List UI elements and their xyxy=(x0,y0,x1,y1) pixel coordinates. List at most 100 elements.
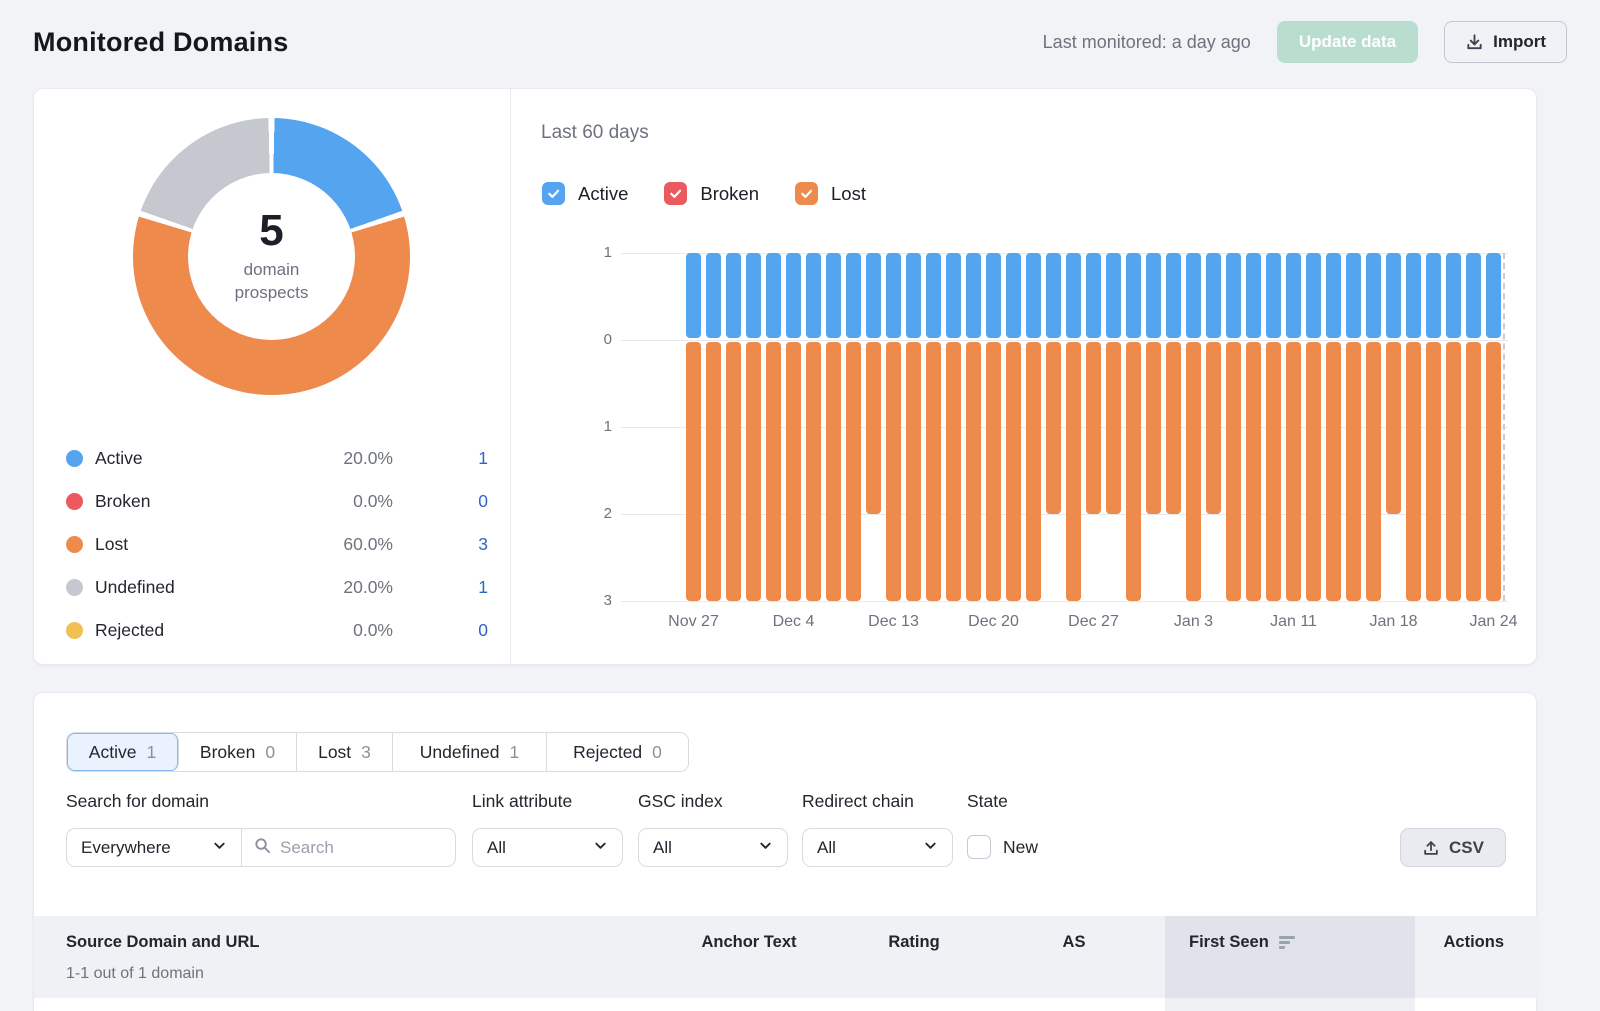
bar-active-segment xyxy=(886,253,901,338)
bar-lost-segment xyxy=(886,342,901,601)
bar-day[interactable] xyxy=(986,253,1001,601)
bar-day[interactable] xyxy=(1326,253,1341,601)
bar-day[interactable] xyxy=(926,253,941,601)
broken-checkbox-icon[interactable] xyxy=(664,182,687,205)
checkbox-unchecked-icon[interactable] xyxy=(967,835,991,859)
bar-active-segment xyxy=(1426,253,1441,338)
bar-day[interactable] xyxy=(1306,253,1321,601)
col-first-seen[interactable]: First Seen xyxy=(1189,933,1295,952)
bar-day[interactable] xyxy=(1346,253,1361,601)
update-data-button[interactable]: Update data xyxy=(1277,21,1418,63)
bar-day[interactable] xyxy=(1026,253,1041,601)
overview-card: 5 domain prospects Active 20.0% 1 Broken… xyxy=(33,88,1537,665)
bar-day[interactable] xyxy=(726,253,741,601)
state-label: State xyxy=(967,791,1008,812)
col-rating[interactable]: Rating xyxy=(888,933,939,952)
bar-day[interactable] xyxy=(1366,253,1381,601)
undefined-count-link[interactable]: 1 xyxy=(393,577,488,598)
tab-active[interactable]: Active1 xyxy=(67,733,179,771)
col-as[interactable]: AS xyxy=(1063,933,1086,952)
bar-day[interactable] xyxy=(826,253,841,601)
bar-day[interactable] xyxy=(1046,253,1061,601)
bar-day[interactable] xyxy=(846,253,861,601)
bar-day[interactable] xyxy=(686,253,701,601)
rejected-count-link[interactable]: 0 xyxy=(393,620,488,641)
bar-day[interactable] xyxy=(1126,253,1141,601)
state-new-checkbox[interactable]: New xyxy=(967,835,1038,859)
tab-undefined[interactable]: Undefined1 xyxy=(393,733,547,771)
bar-day[interactable] xyxy=(1486,253,1501,601)
search-scope-dropdown[interactable]: Everywhere xyxy=(67,829,242,866)
bar-day[interactable] xyxy=(1066,253,1081,601)
active-count-link[interactable]: 1 xyxy=(393,448,488,469)
bar-active-segment xyxy=(1206,253,1221,338)
bar-active-segment xyxy=(1186,253,1201,338)
x-axis-labels: Nov 27Dec 4Dec 13Dec 20Dec 27Jan 3Jan 11… xyxy=(686,613,1501,637)
x-tick-label: Dec 20 xyxy=(968,613,1019,631)
bar-day[interactable] xyxy=(1466,253,1481,601)
trend-legend-active[interactable]: Active xyxy=(542,182,628,205)
bar-active-segment xyxy=(1286,253,1301,338)
bar-day[interactable] xyxy=(1006,253,1021,601)
tab-lost[interactable]: Lost3 xyxy=(297,733,393,771)
bar-active-segment xyxy=(1046,253,1061,338)
redirect-chain-label: Redirect chain xyxy=(802,791,914,812)
bar-day[interactable] xyxy=(746,253,761,601)
bar-lost-segment xyxy=(1406,342,1421,601)
bar-lost-segment xyxy=(726,342,741,601)
trend-legend-lost[interactable]: Lost xyxy=(795,182,866,205)
donut-total-label: domain prospects xyxy=(212,259,332,305)
bar-day[interactable] xyxy=(1166,253,1181,601)
bar-day[interactable] xyxy=(866,253,881,601)
link-attribute-select[interactable]: All xyxy=(472,828,623,867)
bar-lost-segment xyxy=(906,342,921,601)
bar-day[interactable] xyxy=(1186,253,1201,601)
bar-lost-segment xyxy=(1186,342,1201,601)
bar-lost-segment xyxy=(1426,342,1441,601)
active-checkbox-icon[interactable] xyxy=(542,182,565,205)
gsc-index-select[interactable]: All xyxy=(638,828,788,867)
broken-count-link[interactable]: 0 xyxy=(393,491,488,512)
trend-legend-broken[interactable]: Broken xyxy=(664,182,759,205)
bar-day[interactable] xyxy=(1426,253,1441,601)
bar-day[interactable] xyxy=(766,253,781,601)
bar-day[interactable] xyxy=(906,253,921,601)
bar-day[interactable] xyxy=(1246,253,1261,601)
bar-day[interactable] xyxy=(1406,253,1421,601)
tab-broken[interactable]: Broken0 xyxy=(179,733,297,771)
last-monitored-text: Last monitored: a day ago xyxy=(1043,32,1251,53)
tab-rejected[interactable]: Rejected0 xyxy=(547,733,688,771)
bar-day[interactable] xyxy=(786,253,801,601)
bar-day[interactable] xyxy=(1206,253,1221,601)
redirect-chain-select[interactable]: All xyxy=(802,828,953,867)
bar-day[interactable] xyxy=(946,253,961,601)
bar-active-segment xyxy=(1126,253,1141,338)
export-csv-button[interactable]: CSV xyxy=(1400,828,1506,867)
bar-day[interactable] xyxy=(1386,253,1401,601)
bar-day[interactable] xyxy=(806,253,821,601)
bar-day[interactable] xyxy=(1446,253,1461,601)
bar-lost-segment xyxy=(826,342,841,601)
bar-day[interactable] xyxy=(1106,253,1121,601)
bar-active-segment xyxy=(966,253,981,338)
bar-active-segment xyxy=(1266,253,1281,338)
bar-day[interactable] xyxy=(706,253,721,601)
bar-active-segment xyxy=(686,253,701,338)
bar-day[interactable] xyxy=(886,253,901,601)
lost-checkbox-icon[interactable] xyxy=(795,182,818,205)
status-tabs: Active1 Broken0 Lost3 Undefined1 Rejecte… xyxy=(66,732,689,772)
bar-active-segment xyxy=(946,253,961,338)
lost-count-link[interactable]: 3 xyxy=(393,534,488,555)
bar-day[interactable] xyxy=(1266,253,1281,601)
bar-day[interactable] xyxy=(1226,253,1241,601)
bar-day[interactable] xyxy=(1146,253,1161,601)
bar-day[interactable] xyxy=(1086,253,1101,601)
sorted-column-highlight xyxy=(1165,916,1415,998)
import-button[interactable]: Import xyxy=(1444,21,1567,63)
search-for-domain-label: Search for domain xyxy=(66,791,209,812)
search-input[interactable] xyxy=(280,838,430,858)
bar-day[interactable] xyxy=(1286,253,1301,601)
x-tick-label: Dec 27 xyxy=(1068,613,1119,631)
x-tick-label: Jan 11 xyxy=(1270,613,1317,631)
bar-day[interactable] xyxy=(966,253,981,601)
